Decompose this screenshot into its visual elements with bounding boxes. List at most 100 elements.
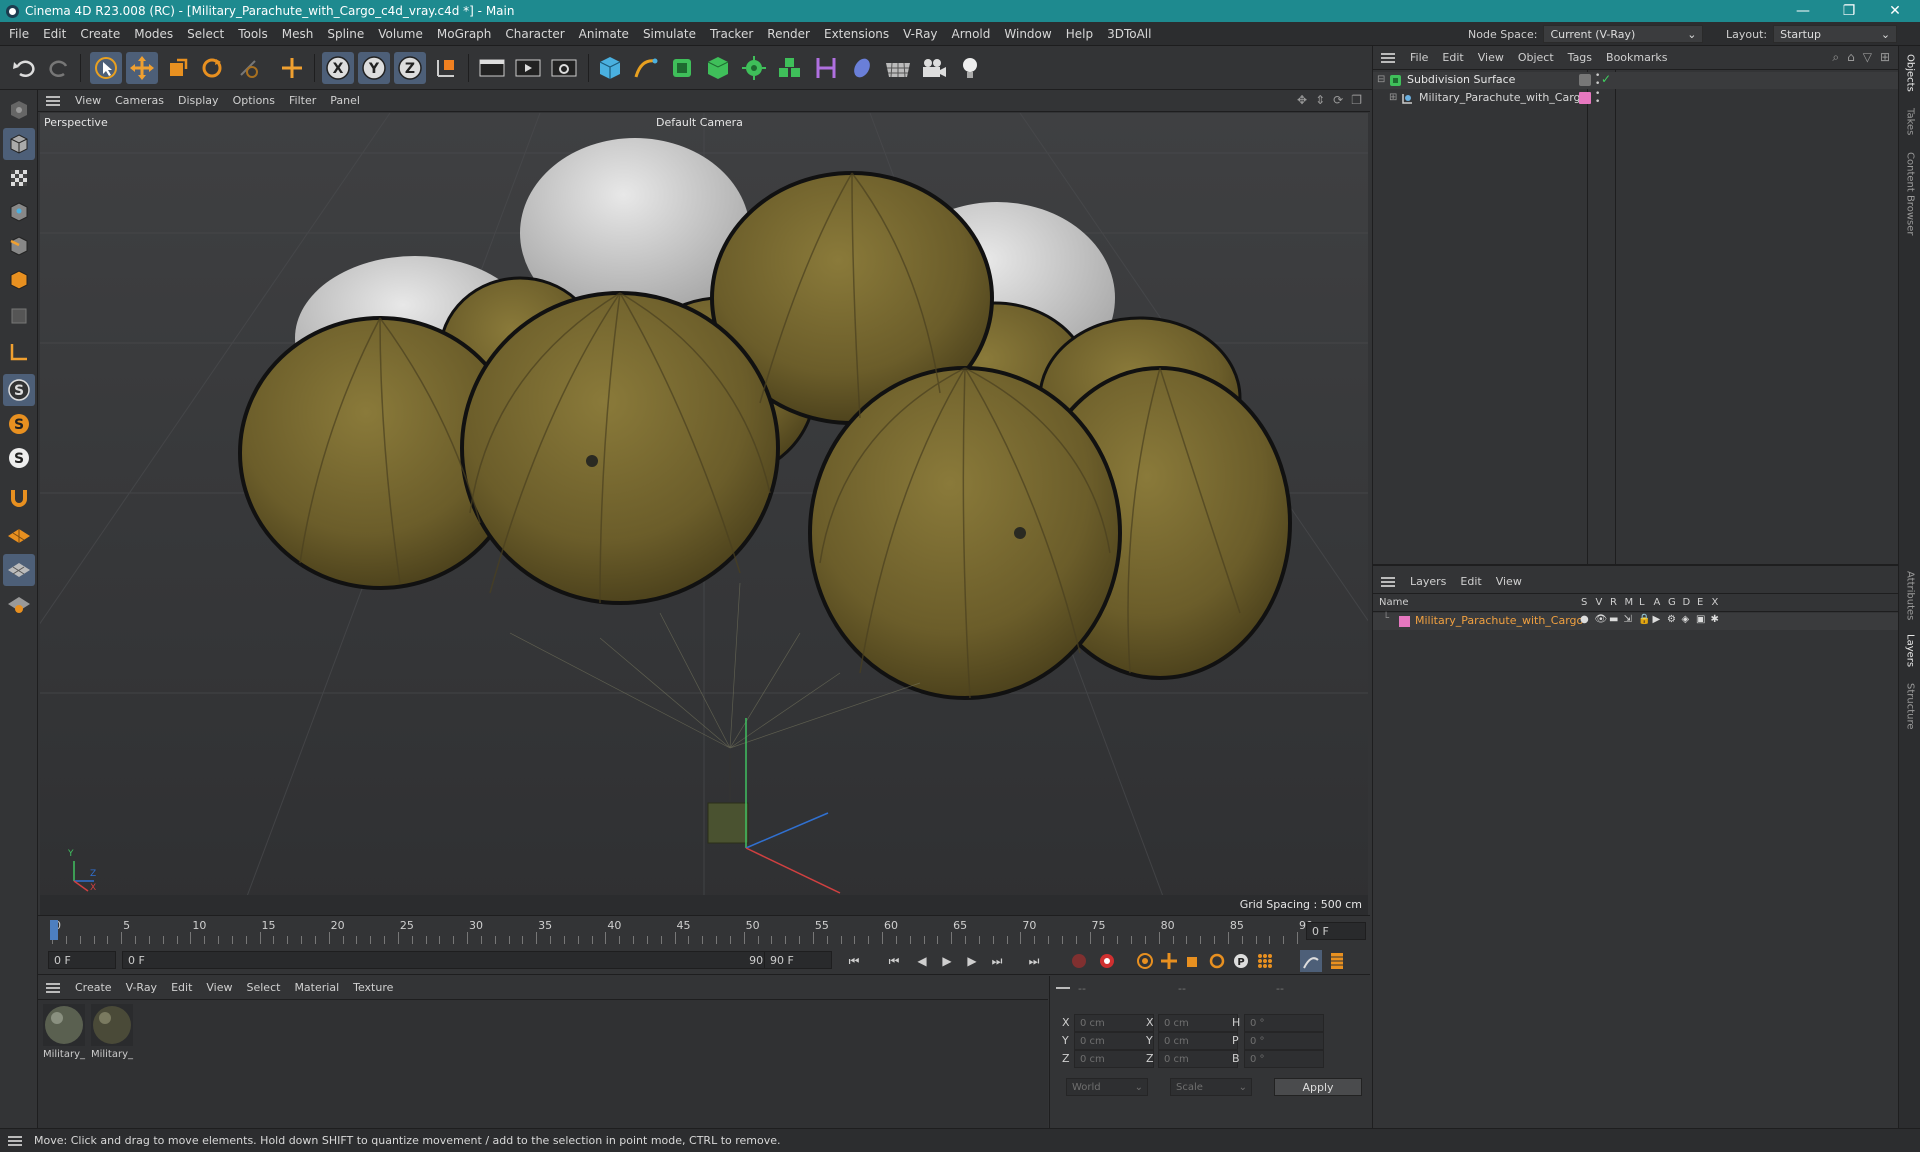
render-settings-icon[interactable] — [548, 52, 580, 84]
object-menu-bookmarks[interactable]: Bookmarks — [1599, 51, 1674, 64]
lock-icon[interactable]: 🔒 — [1638, 614, 1650, 625]
rotate-tool-icon[interactable] — [196, 52, 228, 84]
menu-character[interactable]: Character — [498, 27, 571, 41]
grid-snap-icon[interactable] — [3, 588, 35, 620]
object-menu-view[interactable]: View — [1471, 51, 1511, 64]
search-icon[interactable]: ⌕ — [1832, 50, 1839, 65]
model-mode-icon[interactable] — [3, 128, 35, 160]
spline-pen-icon[interactable] — [630, 52, 662, 84]
close-button[interactable]: ✕ — [1872, 0, 1918, 22]
object-row-parachute[interactable]: ⊞ Military_Parachute_with_Cargo • • — [1373, 90, 1899, 107]
visibility-dots-icon[interactable]: • • — [1595, 90, 1600, 107]
coordinate-tool-icon[interactable] — [276, 52, 308, 84]
redo-button[interactable] — [44, 52, 76, 84]
edit-tag-icon[interactable] — [1579, 74, 1591, 86]
menu-tools[interactable]: Tools — [231, 27, 275, 41]
mograph-cloner-icon[interactable] — [738, 52, 770, 84]
menu-create[interactable]: Create — [73, 27, 127, 41]
viewport-menu-icon[interactable] — [46, 95, 60, 106]
workplane-snap-icon[interactable]: S — [3, 442, 35, 474]
motion-system-icon[interactable] — [1300, 950, 1322, 972]
polygon-mode-icon[interactable] — [3, 264, 35, 296]
undo-button[interactable] — [8, 52, 40, 84]
dolly-view-icon[interactable]: ⇕ — [1315, 93, 1325, 107]
previous-key-button[interactable]: ⏮ — [883, 950, 905, 972]
object-menu-icon[interactable] — [1381, 52, 1395, 63]
viewport-menu-cameras[interactable]: Cameras — [108, 94, 171, 107]
tab-objects[interactable]: Objects — [1899, 50, 1920, 96]
menu-mesh[interactable]: Mesh — [275, 27, 321, 41]
first-frame-button[interactable]: ⏮ — [843, 950, 865, 972]
texture-mode-icon[interactable] — [3, 162, 35, 194]
current-frame-field[interactable]: 0 F — [1306, 922, 1366, 940]
deformer-icon[interactable]: ◈ — [1682, 614, 1690, 625]
object-menu-object[interactable]: Object — [1511, 51, 1561, 64]
layer-col-d[interactable]: D — [1683, 597, 1691, 608]
material-menu-texture[interactable]: Texture — [346, 981, 400, 994]
coord-value-field[interactable]: 0 cm — [1074, 1014, 1154, 1032]
magnet-tool-icon[interactable] — [3, 482, 35, 514]
cube-object-icon[interactable] — [594, 52, 626, 84]
coord-value-field[interactable]: 0 cm — [1158, 1050, 1238, 1068]
minimize-button[interactable]: — — [1780, 0, 1826, 22]
layer-col-m[interactable]: M — [1625, 597, 1634, 608]
viewport-menu-options[interactable]: Options — [226, 94, 282, 107]
array-generator-icon[interactable] — [774, 52, 806, 84]
layer-col-r[interactable]: R — [1610, 597, 1617, 608]
layer-col-name[interactable]: Name — [1379, 597, 1409, 608]
render-to-picture-viewer-icon[interactable] — [512, 52, 544, 84]
material-menu-select[interactable]: Select — [240, 981, 288, 994]
menu-arnold[interactable]: Arnold — [945, 27, 998, 41]
make-editable-icon[interactable] — [3, 94, 35, 126]
material-menu-v-ray[interactable]: V-Ray — [119, 981, 165, 994]
toggle-view-icon[interactable]: ❐ — [1351, 93, 1362, 107]
key-scale-icon[interactable] — [1182, 950, 1204, 972]
point-mode-icon[interactable] — [3, 196, 35, 228]
key-position-icon[interactable] — [1158, 950, 1180, 972]
timeline-ruler[interactable]: 051015202530354045505560657075808590 0 F — [38, 915, 1370, 945]
snap-icon[interactable]: S — [3, 374, 35, 406]
generator-icon[interactable]: ⚙ — [1667, 614, 1676, 625]
coord-value-field[interactable]: 0 cm — [1158, 1014, 1238, 1032]
menu-select[interactable]: Select — [180, 27, 231, 41]
play-button[interactable]: ▶ — [936, 950, 958, 972]
z-axis-lock-icon[interactable]: Z — [394, 52, 426, 84]
menu-animate[interactable]: Animate — [572, 27, 636, 41]
key-parameter-icon[interactable]: P — [1230, 950, 1252, 972]
timeline-window-icon[interactable] — [1326, 950, 1348, 972]
snap-settings-icon[interactable]: S — [3, 408, 35, 440]
tab-layers[interactable]: Layers — [1899, 630, 1920, 672]
expressions-icon[interactable]: ▣ — [1696, 614, 1705, 625]
tab-takes[interactable]: Takes — [1899, 102, 1920, 142]
menu-modes[interactable]: Modes — [127, 27, 180, 41]
maximize-button[interactable]: ❐ — [1826, 0, 1872, 22]
layer-menu-layers[interactable]: Layers — [1403, 575, 1453, 588]
record-disabled-icon[interactable] — [1068, 950, 1090, 972]
key-point-level-icon[interactable] — [1254, 950, 1276, 972]
y-axis-lock-icon[interactable]: Y — [358, 52, 390, 84]
collapse-icon[interactable]: ⊟ — [1377, 74, 1385, 85]
floor-object-icon[interactable] — [882, 52, 914, 84]
visibility-icon[interactable]: 👁 — [1595, 614, 1608, 625]
layer-menu-icon[interactable] — [1381, 576, 1395, 587]
menu-render[interactable]: Render — [760, 27, 817, 41]
status-menu-icon[interactable] — [8, 1135, 22, 1146]
key-rotation-icon[interactable] — [1206, 950, 1228, 972]
layer-col-v[interactable]: V — [1596, 597, 1603, 608]
object-menu-tags[interactable]: Tags — [1561, 51, 1599, 64]
menu-edit[interactable]: Edit — [36, 27, 73, 41]
menu-extensions[interactable]: Extensions — [817, 27, 896, 41]
xref-icon[interactable]: ✱ — [1711, 614, 1719, 625]
layer-col-g[interactable]: G — [1668, 597, 1676, 608]
field-object-icon[interactable] — [846, 52, 878, 84]
last-frame-button[interactable]: ⏭ — [1023, 950, 1045, 972]
enabled-check-icon[interactable]: ✓ — [1601, 72, 1611, 86]
object-menu-edit[interactable]: Edit — [1435, 51, 1470, 64]
render-icon[interactable]: ▬ — [1609, 614, 1618, 625]
render-view-icon[interactable] — [476, 52, 508, 84]
layout-select[interactable]: Startup ⌄ — [1773, 25, 1898, 43]
material-menu-create[interactable]: Create — [68, 981, 119, 994]
menu-v-ray[interactable]: V-Ray — [896, 27, 944, 41]
visibility-dots-icon[interactable]: • • — [1595, 72, 1600, 89]
menu-help[interactable]: Help — [1059, 27, 1100, 41]
